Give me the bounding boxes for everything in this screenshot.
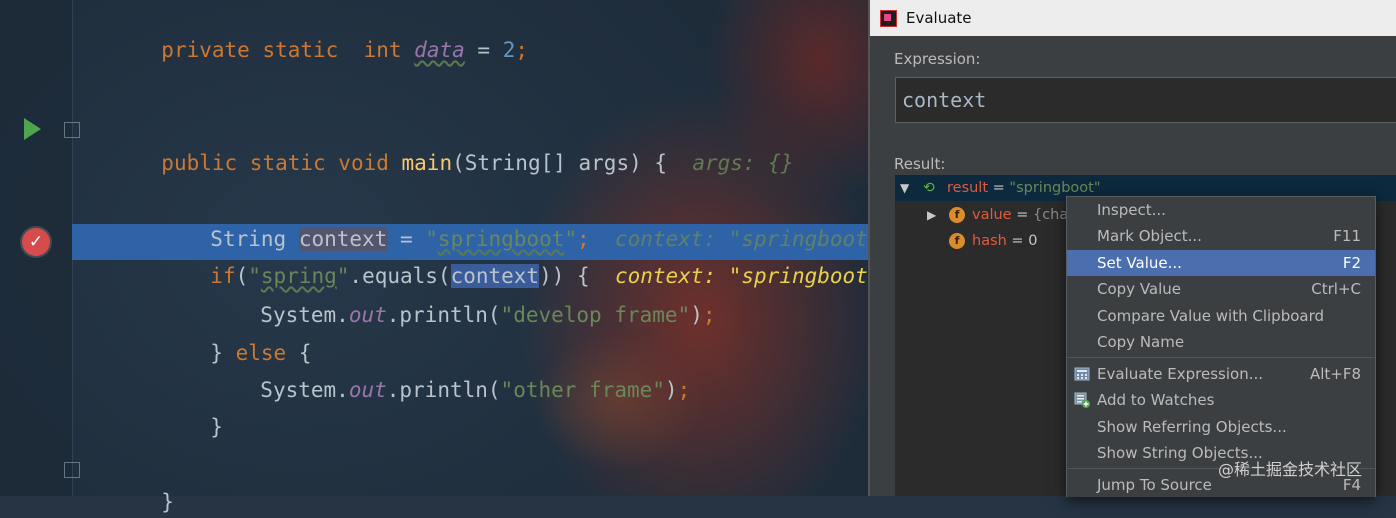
result-name: result — [947, 180, 989, 196]
code-line[interactable]: private static int data = 2; — [136, 2, 528, 62]
code-method-call: .println( — [386, 303, 501, 327]
menu-item-mark-object[interactable]: Mark Object... F11 — [1067, 223, 1375, 249]
add-watch-icon — [1074, 392, 1090, 408]
menu-item-show-referring-objects[interactable]: Show Referring Objects... — [1067, 414, 1375, 440]
code-paren: ) — [664, 378, 678, 402]
code-paren: ) — [690, 303, 703, 327]
code-line[interactable]: System.out.println("other frame"); — [235, 342, 690, 402]
code-line[interactable]: } — [136, 454, 174, 514]
code-keyword: public static void — [161, 151, 402, 175]
field-name: value — [972, 207, 1012, 223]
field-equals: = — [1011, 207, 1033, 223]
menu-item-set-value[interactable]: Set Value... F2 — [1067, 250, 1375, 276]
code-method-name: main — [401, 151, 453, 175]
menu-item-shortcut: F11 — [1333, 227, 1361, 245]
dialog-titlebar[interactable]: Evaluate — [870, 0, 1396, 36]
menu-item-label: Show Referring Objects... — [1097, 418, 1287, 436]
expression-label: Expression: — [894, 50, 981, 68]
code-line-current[interactable]: if("spring".equals(context)) { context: … — [185, 228, 880, 288]
menu-item-label: Set Value... — [1097, 254, 1182, 272]
dialog-title: Evaluate — [906, 9, 972, 27]
collapse-arrow-icon[interactable]: ▼ — [900, 175, 909, 201]
code-class: System. — [260, 378, 349, 402]
field-value: 0 — [1028, 233, 1038, 249]
code-semicolon: ; — [702, 303, 716, 327]
result-label: Result: — [894, 155, 946, 173]
intellij-app-icon — [880, 10, 897, 27]
code-string: "other frame" — [500, 378, 665, 402]
code-line[interactable]: System.out.println("develop frame"); — [235, 267, 715, 327]
fold-end-icon[interactable] — [64, 462, 80, 478]
menu-item-label: Inspect... — [1097, 201, 1166, 219]
menu-item-label: Jump To Source — [1097, 476, 1212, 494]
field-icon: f — [949, 233, 965, 249]
menu-item-shortcut: Alt+F8 — [1309, 365, 1361, 383]
menu-item-inspect[interactable]: Inspect... — [1067, 197, 1375, 223]
watermark: @稀土掘金技术社区 — [1218, 460, 1363, 479]
result-watch-icon: ⟲ — [923, 180, 935, 196]
field-icon: f — [949, 207, 965, 223]
code-field: data — [414, 38, 465, 62]
code-line[interactable]: String context = "springboot"; context: … — [185, 191, 880, 251]
breakpoint-check-icon[interactable]: ✓ — [22, 228, 50, 256]
context-menu: Inspect... Mark Object... F11 Set Value.… — [1066, 196, 1376, 497]
menu-separator — [1067, 357, 1375, 358]
code-line[interactable]: } — [185, 379, 223, 439]
code-brace: } — [210, 341, 236, 365]
result-equals: = — [988, 180, 1010, 196]
menu-item-evaluate-expression[interactable]: Evaluate Expression... Alt+F8 — [1067, 361, 1375, 387]
code-signature: (String[] args) { — [452, 151, 693, 175]
code-brace: } — [210, 415, 223, 439]
menu-item-label: Evaluate Expression... — [1097, 365, 1264, 383]
menu-item-label: Mark Object... — [1097, 227, 1202, 245]
field-equals: = — [1006, 233, 1029, 249]
code-semicolon: ; — [677, 378, 691, 402]
menu-item-shortcut: F2 — [1342, 254, 1361, 272]
menu-item-label: Copy Value — [1097, 280, 1182, 298]
code-method-call: .println( — [386, 378, 501, 402]
run-icon[interactable] — [24, 118, 41, 140]
code-keyword: private static int — [161, 38, 415, 62]
menu-item-shortcut: Ctrl+C — [1311, 280, 1361, 298]
inline-debug-hint: args: {} — [692, 151, 794, 175]
code-semicolon: ; — [515, 38, 528, 62]
menu-item-copy-value[interactable]: Copy Value Ctrl+C — [1067, 276, 1375, 302]
menu-item-compare-value[interactable]: Compare Value with Clipboard — [1067, 303, 1375, 329]
field-name: hash — [972, 233, 1007, 249]
menu-item-add-to-watches[interactable]: Add to Watches — [1067, 387, 1375, 413]
code-field: out — [348, 378, 387, 402]
code-keyword: if — [210, 264, 236, 288]
expression-input[interactable]: context — [895, 77, 1396, 123]
code-line[interactable]: public static void main(String[] args) {… — [136, 115, 793, 175]
code-brace: } — [161, 490, 174, 514]
menu-item-label: Copy Name — [1097, 333, 1185, 351]
code-number: 2 — [502, 38, 516, 62]
code-field: out — [348, 303, 387, 327]
code-line[interactable]: } else { — [185, 305, 311, 365]
code-operator: = — [464, 38, 503, 62]
code-string: "develop frame" — [500, 303, 691, 327]
menu-item-label: Add to Watches — [1097, 391, 1215, 409]
menu-item-label: Compare Value with Clipboard — [1097, 307, 1325, 325]
calculator-icon — [1074, 367, 1090, 381]
fold-icon[interactable] — [64, 122, 80, 138]
menu-item-copy-name[interactable]: Copy Name — [1067, 329, 1375, 355]
expand-arrow-icon[interactable]: ▶ — [927, 202, 936, 228]
result-value: "springboot" — [1009, 180, 1101, 196]
